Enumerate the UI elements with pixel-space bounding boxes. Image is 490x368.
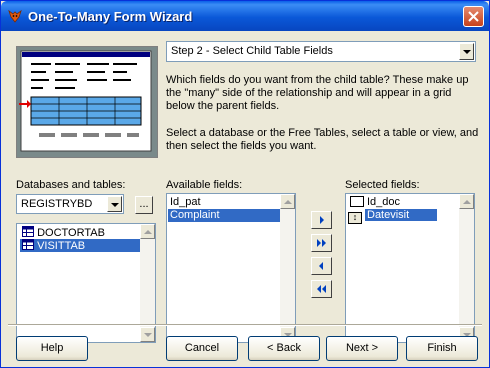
chevron-down-icon[interactable] <box>107 196 122 212</box>
row-handle-icon[interactable] <box>350 196 364 207</box>
browse-button[interactable]: ... <box>135 196 153 214</box>
selected-fields-listbox[interactable]: Id_doc ↕ Datevisit <box>345 193 475 343</box>
available-scrollbar[interactable] <box>280 194 295 342</box>
selected-scrollbar[interactable] <box>459 194 474 342</box>
available-field-item[interactable]: Complaint <box>168 209 280 222</box>
fox-logo-icon <box>8 9 22 23</box>
databases-label: Databases and tables: <box>16 179 126 191</box>
database-dropdown-value: REGISTRYBD <box>21 198 93 210</box>
form-preview-graphic <box>19 50 152 152</box>
table-item-label: VISITTAB <box>37 240 86 252</box>
scroll-down-icon[interactable] <box>140 327 155 342</box>
selected-fields-label: Selected fields: <box>345 179 420 191</box>
table-icon <box>22 239 34 250</box>
cancel-button[interactable]: Cancel <box>166 336 238 361</box>
close-button[interactable] <box>463 6 484 27</box>
scroll-up-icon[interactable] <box>459 194 474 209</box>
table-item[interactable]: DOCTORTAB <box>20 226 140 239</box>
move-all-left-button[interactable] <box>311 280 332 298</box>
next-button[interactable]: Next > <box>326 336 398 361</box>
close-icon <box>468 11 479 22</box>
back-button[interactable]: < Back <box>248 336 320 361</box>
help-button[interactable]: Help <box>16 336 88 361</box>
selected-field-label: Datevisit <box>365 209 438 221</box>
separator <box>8 324 482 326</box>
scroll-up-icon[interactable] <box>280 194 295 209</box>
step-dropdown[interactable]: Step 2 - Select Child Table Fields <box>166 41 476 62</box>
wizard-illustration <box>16 46 158 158</box>
finish-button[interactable]: Finish <box>406 336 478 361</box>
window-title: One-To-Many Form Wizard <box>28 9 193 24</box>
arrow-right-icon <box>320 216 324 224</box>
double-arrow-right-icon <box>317 239 326 247</box>
table-item-label: DOCTORTAB <box>37 227 105 239</box>
table-item[interactable]: VISITTAB <box>20 239 140 252</box>
description-para1: Which fields do you want from the child … <box>166 74 469 112</box>
move-left-button[interactable] <box>311 257 332 275</box>
selected-field-item[interactable]: ↕ Datevisit <box>348 209 456 224</box>
database-dropdown[interactable]: REGISTRYBD <box>16 194 124 214</box>
move-all-right-button[interactable] <box>311 234 332 252</box>
available-fields-label: Available fields: <box>166 179 243 191</box>
wizard-window: One-To-Many Form Wizard Step 2 - Select … <box>0 0 490 368</box>
chevron-down-icon[interactable] <box>459 43 474 60</box>
available-fields-listbox[interactable]: Id_pat Complaint <box>166 193 296 343</box>
table-icon <box>22 226 34 237</box>
double-arrow-left-icon <box>317 285 326 293</box>
step-dropdown-value: Step 2 - Select Child Table Fields <box>171 45 333 57</box>
drag-handle-icon[interactable]: ↕ <box>348 212 362 224</box>
description-para2: Select a database or the Free Tables, se… <box>166 127 479 152</box>
title-bar[interactable]: One-To-Many Form Wizard <box>1 1 489 31</box>
move-right-button[interactable] <box>311 211 332 229</box>
available-field-item[interactable]: Id_pat <box>168 196 280 209</box>
selected-field-label: Id_doc <box>367 196 401 208</box>
scroll-up-icon[interactable] <box>140 224 155 239</box>
selected-field-item[interactable]: Id_doc <box>348 196 458 209</box>
arrow-left-icon <box>319 262 323 270</box>
